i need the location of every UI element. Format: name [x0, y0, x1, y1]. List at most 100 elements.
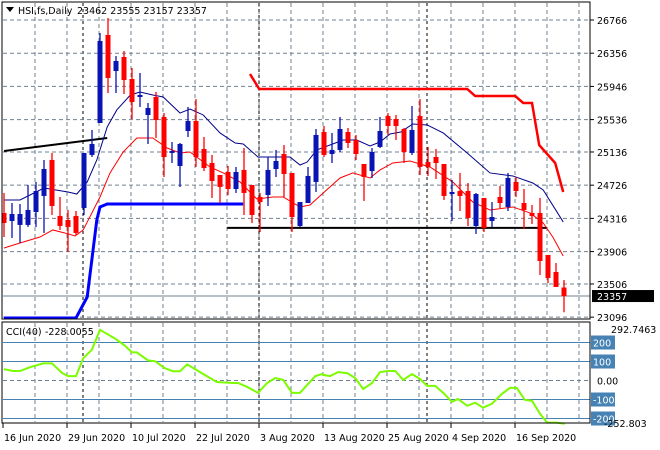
trading-chart[interactable]: HSI,fs,Daily 23462 23555 23157 23357 CCI… — [0, 0, 660, 450]
candle-body — [41, 168, 47, 196]
cci-level-label: 100 — [593, 358, 611, 369]
upper-band-line — [248, 73, 565, 193]
candle-body — [113, 60, 119, 72]
candle — [153, 91, 159, 138]
date-label: 16 Jun 2020 — [4, 433, 61, 444]
candle — [305, 166, 311, 203]
collapse-triangle-icon[interactable] — [6, 7, 14, 12]
candle — [177, 142, 183, 187]
date-label: 13 Aug 2020 — [324, 433, 385, 444]
candle — [425, 146, 431, 176]
candle-body — [233, 171, 239, 189]
date-label: 4 Sep 2020 — [452, 433, 506, 444]
date-label: 25 Aug 2020 — [388, 433, 449, 444]
candle-body — [489, 217, 495, 221]
candle-body — [89, 143, 95, 155]
candle — [65, 209, 71, 252]
candle-body — [145, 108, 151, 115]
candle-body — [241, 169, 247, 193]
candle — [353, 134, 359, 160]
cci-label: CCI(40) — [6, 327, 42, 338]
candle — [81, 152, 87, 215]
chart-header[interactable]: HSI,fs,Daily 23462 23555 23157 23357 — [6, 6, 207, 17]
candle — [17, 203, 23, 243]
candle — [329, 132, 335, 163]
candle — [113, 56, 119, 94]
candle-body — [33, 191, 39, 212]
cci-min-label: -252.803 — [604, 419, 647, 430]
candle-body — [121, 57, 127, 80]
candle-body — [521, 202, 527, 210]
candle — [281, 145, 287, 198]
candle-body — [449, 191, 455, 195]
candle-body — [505, 177, 511, 207]
candle — [465, 182, 471, 226]
candle — [9, 202, 15, 238]
candle — [321, 125, 327, 158]
candle — [193, 99, 199, 167]
candle — [409, 105, 415, 155]
date-label: 29 Jun 2020 — [68, 433, 125, 444]
candle-body — [169, 151, 175, 153]
candle — [89, 129, 95, 158]
candle-body — [185, 120, 191, 132]
candle — [73, 211, 79, 235]
cci-value: -228.0055 — [45, 327, 94, 338]
date-label: 22 Jul 2020 — [196, 433, 250, 444]
candle-body — [129, 79, 135, 103]
candle — [25, 185, 31, 227]
cci-max-label: 292.7463 — [611, 325, 656, 336]
candle-body — [433, 157, 439, 163]
candle-body — [57, 215, 63, 226]
candle-body — [193, 120, 199, 158]
candle — [265, 157, 271, 206]
candle — [97, 33, 103, 123]
candle-body — [417, 116, 423, 167]
candle — [249, 185, 255, 223]
candle — [361, 163, 367, 201]
candle-body — [337, 128, 343, 150]
candle-body — [561, 287, 567, 297]
candle-body — [65, 220, 71, 227]
candle-body — [553, 271, 559, 287]
candle-body — [281, 154, 287, 175]
candle-body — [425, 162, 431, 167]
candle — [457, 172, 463, 212]
candle-body — [201, 148, 207, 169]
candle — [297, 202, 303, 227]
candle — [121, 51, 127, 95]
candle — [201, 137, 207, 172]
date-label: 3 Aug 2020 — [260, 433, 315, 444]
candle-body — [393, 119, 399, 126]
candle — [337, 117, 343, 152]
candle-body — [401, 128, 407, 152]
candle — [521, 188, 527, 229]
price-axis-label: 26766 — [597, 16, 627, 27]
candle-body — [377, 131, 383, 147]
candle — [345, 128, 351, 149]
candle — [441, 163, 447, 200]
chart-marks — [1, 17, 590, 425]
candle-body — [257, 197, 263, 203]
candle-body — [25, 209, 31, 225]
candle — [505, 172, 511, 212]
candle-body — [329, 149, 335, 155]
candle — [185, 106, 191, 138]
candle-body — [457, 191, 463, 196]
candle-body — [537, 212, 543, 261]
candle-body — [209, 162, 215, 181]
candle-body — [305, 175, 311, 203]
candle-body — [497, 197, 503, 203]
candle-body — [225, 171, 231, 189]
candle — [385, 113, 391, 135]
candle — [233, 166, 239, 193]
candle — [41, 160, 47, 233]
candle — [545, 254, 551, 283]
candle-body — [217, 174, 223, 187]
candle-body — [73, 215, 79, 233]
candle-body — [249, 185, 255, 215]
candle — [513, 177, 519, 198]
candle — [377, 117, 383, 149]
candle — [137, 72, 143, 107]
candle — [217, 174, 223, 203]
